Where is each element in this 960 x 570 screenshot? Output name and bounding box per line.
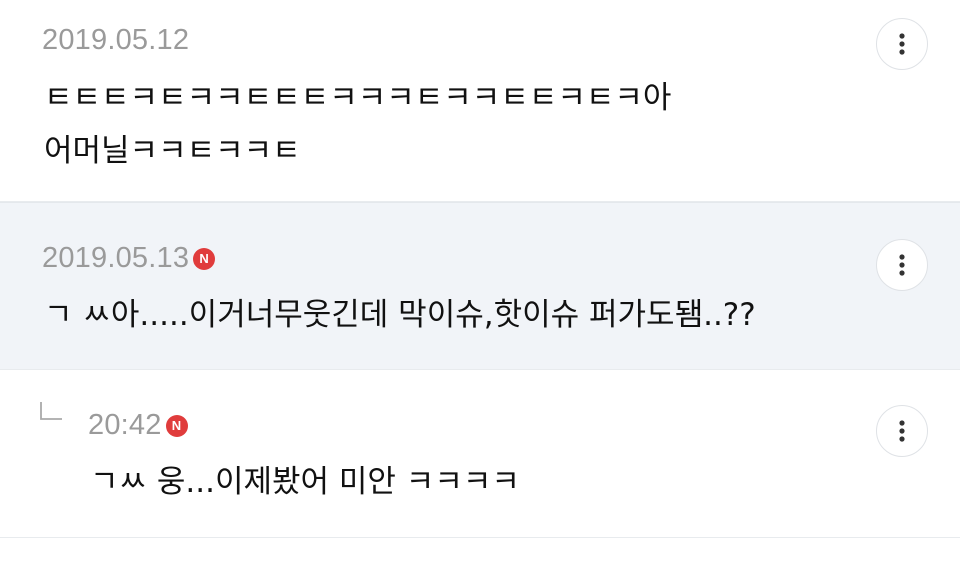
comment-text: ㅌㅌㅌㅋㅌㅋㅋㅌㅌㅌㅋㅋㅋㅌㅋㅋㅌㅌㅋㅌㅋ아 어머닐ㅋㅋㅌㅋㅋㅌ (44, 72, 671, 178)
comment-date-text: 2019.05.12 (42, 24, 190, 56)
more-options-button[interactable] (876, 18, 928, 70)
comment-date: 20:42 N (88, 409, 188, 442)
more-vertical-icon (899, 254, 905, 276)
new-badge: N (165, 414, 188, 437)
comment-line: 어머닐ㅋㅋㅌㅋㅋㅌ (44, 133, 301, 169)
new-badge: N (193, 247, 216, 270)
comment-date: 2019.05.13 N (42, 242, 216, 275)
comment-date: 2019.05.12 (42, 24, 189, 57)
more-vertical-icon (899, 420, 905, 442)
comment-item: 2019.05.12 ㅌㅌㅌㅋㅌㅋㅋㅌㅌㅌㅋㅋㅋㅌㅋㅋㅌㅌㅋㅌㅋ아 어머닐ㅋㅋㅌ… (0, 0, 960, 202)
more-options-button[interactable] (876, 405, 928, 457)
reply-item: 20:42 N ㄱㅆ 웅...이제봤어 미안 ㅋㅋㅋㅋ (0, 370, 960, 538)
comment-date-text: 2019.05.13 (42, 242, 190, 274)
reply-arrow-icon (40, 402, 62, 420)
comment-item: 2019.05.13 N ㄱ ㅆ아.....이거너무웃긴데 막이슈,핫이슈 퍼가… (0, 202, 960, 370)
comment-text: ㄱ ㅆ아.....이거너무웃긴데 막이슈,핫이슈 퍼가도됌..?? (44, 289, 756, 342)
comment-text: ㄱㅆ 웅...이제봤어 미안 ㅋㅋㅋㅋ (90, 456, 520, 509)
comment-line: ㅌㅌㅌㅋㅌㅋㅋㅌㅌㅌㅋㅋㅋㅌㅋㅋㅌㅌㅋㅌㅋ아 (44, 80, 672, 116)
more-options-button[interactable] (876, 239, 928, 291)
comment-line: ㄱ ㅆ아.....이거너무웃긴데 막이슈,핫이슈 퍼가도됌..?? (44, 297, 756, 333)
comment-date-text: 20:42 (88, 409, 162, 441)
comment-line: ㄱㅆ 웅...이제봤어 미안 ㅋㅋㅋㅋ (90, 464, 520, 500)
more-vertical-icon (899, 33, 905, 55)
